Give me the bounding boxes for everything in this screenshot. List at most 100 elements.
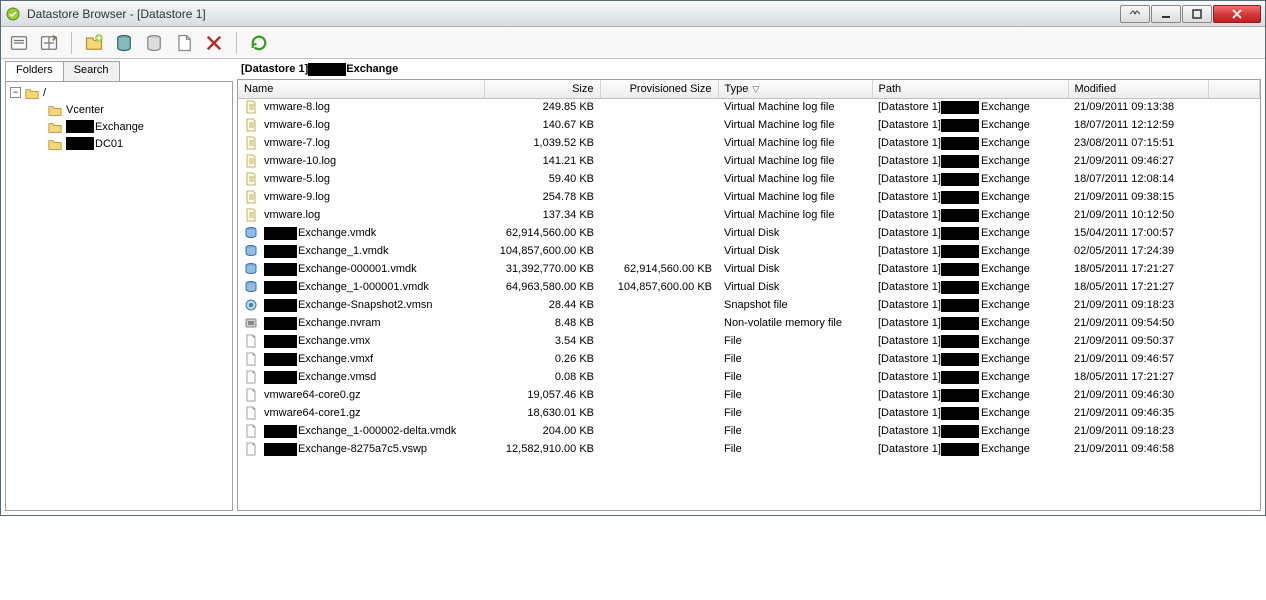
- folder-icon: [48, 138, 62, 150]
- file-table-container[interactable]: Name Size Provisioned Size Type▽ Path Mo…: [237, 79, 1261, 511]
- table-row[interactable]: Exchange-000001.vmdk31,392,770.00 KB62,9…: [238, 260, 1260, 278]
- cell-name: vmware.log: [238, 206, 484, 224]
- disk-icon: [244, 226, 258, 240]
- col-name[interactable]: Name: [238, 80, 484, 98]
- datastore-button-2[interactable]: [144, 33, 164, 53]
- table-row[interactable]: vmware64-core1.gz18,630.01 KBFile[Datast…: [238, 404, 1260, 422]
- cell-type: Virtual Machine log file: [718, 116, 872, 134]
- table-row[interactable]: Exchange_1.vmdk104,857,600.00 KBVirtual …: [238, 242, 1260, 260]
- delete-button[interactable]: [204, 33, 224, 53]
- table-row[interactable]: Exchange.vmx3.54 KBFile[Datastore 1]Exch…: [238, 332, 1260, 350]
- col-provisioned[interactable]: Provisioned Size: [600, 80, 718, 98]
- cell-type: File: [718, 350, 872, 368]
- redacted-block: [264, 335, 297, 348]
- cell-modified: 21/09/2011 09:54:50: [1068, 314, 1208, 332]
- close-button[interactable]: [1213, 5, 1261, 23]
- cell-size: 3.54 KB: [484, 332, 600, 350]
- col-size[interactable]: Size: [484, 80, 600, 98]
- table-row[interactable]: vmware64-core0.gz19,057.46 KBFile[Datast…: [238, 386, 1260, 404]
- cell-provisioned: [600, 188, 718, 206]
- redacted-block: [264, 425, 297, 438]
- table-row[interactable]: vmware.log137.34 KBVirtual Machine log f…: [238, 206, 1260, 224]
- cell-modified: 21/09/2011 10:12:50: [1068, 206, 1208, 224]
- folder-icon: [25, 87, 39, 99]
- redacted-block: [66, 137, 94, 150]
- refresh-button[interactable]: [249, 33, 269, 53]
- cell-type: File: [718, 368, 872, 386]
- cell-path: [Datastore 1]Exchange: [872, 116, 1068, 134]
- tree-item[interactable]: Vcenter: [6, 101, 232, 118]
- minimize-button[interactable]: [1151, 5, 1181, 23]
- cell-name: Exchange-Snapshot2.vmsn: [238, 296, 484, 314]
- title-bar: Datastore Browser - [Datastore 1]: [1, 1, 1265, 27]
- cell-name: Exchange.vmx: [238, 332, 484, 350]
- redacted-block: [941, 299, 979, 312]
- table-row[interactable]: Exchange.nvram8.48 KBNon-volatile memory…: [238, 314, 1260, 332]
- cell-path: [Datastore 1]Exchange: [872, 440, 1068, 458]
- cell-name: Exchange-000001.vmdk: [238, 260, 484, 278]
- redacted-block: [941, 389, 979, 402]
- table-row[interactable]: Exchange_1-000001.vmdk64,963,580.00 KB10…: [238, 278, 1260, 296]
- cell-provisioned: [600, 224, 718, 242]
- cell-provisioned: [600, 440, 718, 458]
- tree-item[interactable]: DC01: [6, 135, 232, 152]
- window-button-extra[interactable]: [1120, 5, 1150, 23]
- tab-folders[interactable]: Folders: [5, 61, 64, 81]
- tab-search[interactable]: Search: [63, 61, 120, 81]
- table-row[interactable]: Exchange-Snapshot2.vmsn28.44 KBSnapshot …: [238, 296, 1260, 314]
- toolbar-btn-1[interactable]: [9, 33, 29, 53]
- table-row[interactable]: Exchange.vmxf0.26 KBFile[Datastore 1]Exc…: [238, 350, 1260, 368]
- datastore-browser-window: Datastore Browser - [Datastore 1] Folder…: [0, 0, 1266, 516]
- table-row[interactable]: Exchange.vmdk62,914,560.00 KBVirtual Dis…: [238, 224, 1260, 242]
- redacted-block: [941, 335, 979, 348]
- redacted-block: [264, 371, 297, 384]
- redacted-block: [264, 263, 297, 276]
- toolbar-btn-2[interactable]: [39, 33, 59, 53]
- table-row[interactable]: vmware-6.log140.67 KBVirtual Machine log…: [238, 116, 1260, 134]
- col-type[interactable]: Type▽: [718, 80, 872, 98]
- cell-path: [Datastore 1]Exchange: [872, 422, 1068, 440]
- table-row[interactable]: vmware-9.log254.78 KBVirtual Machine log…: [238, 188, 1260, 206]
- table-row[interactable]: Exchange.vmsd0.08 KBFile[Datastore 1]Exc…: [238, 368, 1260, 386]
- col-path[interactable]: Path: [872, 80, 1068, 98]
- tree-root[interactable]: − /: [6, 84, 232, 101]
- sort-indicator-icon: ▽: [752, 84, 759, 94]
- table-row[interactable]: vmware-5.log59.40 KBVirtual Machine log …: [238, 170, 1260, 188]
- cell-modified: 18/07/2011 12:12:59: [1068, 116, 1208, 134]
- cell-name: Exchange_1.vmdk: [238, 242, 484, 260]
- redacted-block: [941, 137, 979, 150]
- cell-provisioned: [600, 206, 718, 224]
- file-name: vmware-7.log: [264, 137, 330, 149]
- file-icon: [244, 334, 258, 348]
- datastore-button[interactable]: [114, 33, 134, 53]
- breadcrumb-datastore: [Datastore 1]: [241, 63, 308, 75]
- redacted-block: [941, 263, 979, 276]
- cell-type: Virtual Disk: [718, 278, 872, 296]
- file-name: Exchange-Snapshot2.vmsn: [298, 299, 433, 311]
- table-row[interactable]: Exchange_1-000002-delta.vmdk204.00 KBFil…: [238, 422, 1260, 440]
- document-button[interactable]: [174, 33, 194, 53]
- redacted-block: [941, 353, 979, 366]
- cell-modified: 21/09/2011 09:46:57: [1068, 350, 1208, 368]
- cell-path: [Datastore 1]Exchange: [872, 296, 1068, 314]
- cell-path: [Datastore 1]Exchange: [872, 98, 1068, 116]
- maximize-button[interactable]: [1182, 5, 1212, 23]
- tree-item[interactable]: Exchange: [6, 118, 232, 135]
- toolbar: [1, 27, 1265, 59]
- cell-name: vmware-6.log: [238, 116, 484, 134]
- table-row[interactable]: vmware-8.log249.85 KBVirtual Machine log…: [238, 98, 1260, 116]
- table-row[interactable]: vmware-10.log141.21 KBVirtual Machine lo…: [238, 152, 1260, 170]
- table-row[interactable]: vmware-7.log1,039.52 KBVirtual Machine l…: [238, 134, 1260, 152]
- tree-collapse-icon[interactable]: −: [10, 87, 21, 98]
- cell-path: [Datastore 1]Exchange: [872, 404, 1068, 422]
- log-icon: [244, 100, 258, 114]
- col-modified[interactable]: Modified: [1068, 80, 1208, 98]
- new-folder-button[interactable]: [84, 33, 104, 53]
- tree-item-label: DC01: [95, 138, 123, 150]
- folder-tree[interactable]: − / VcenterExchange DC01: [5, 81, 233, 511]
- cell-size: 64,963,580.00 KB: [484, 278, 600, 296]
- table-row[interactable]: Exchange-8275a7c5.vswp12,582,910.00 KBFi…: [238, 440, 1260, 458]
- breadcrumb-folder: Exchange: [346, 63, 398, 75]
- cell-modified: 18/05/2011 17:21:27: [1068, 368, 1208, 386]
- log-icon: [244, 136, 258, 150]
